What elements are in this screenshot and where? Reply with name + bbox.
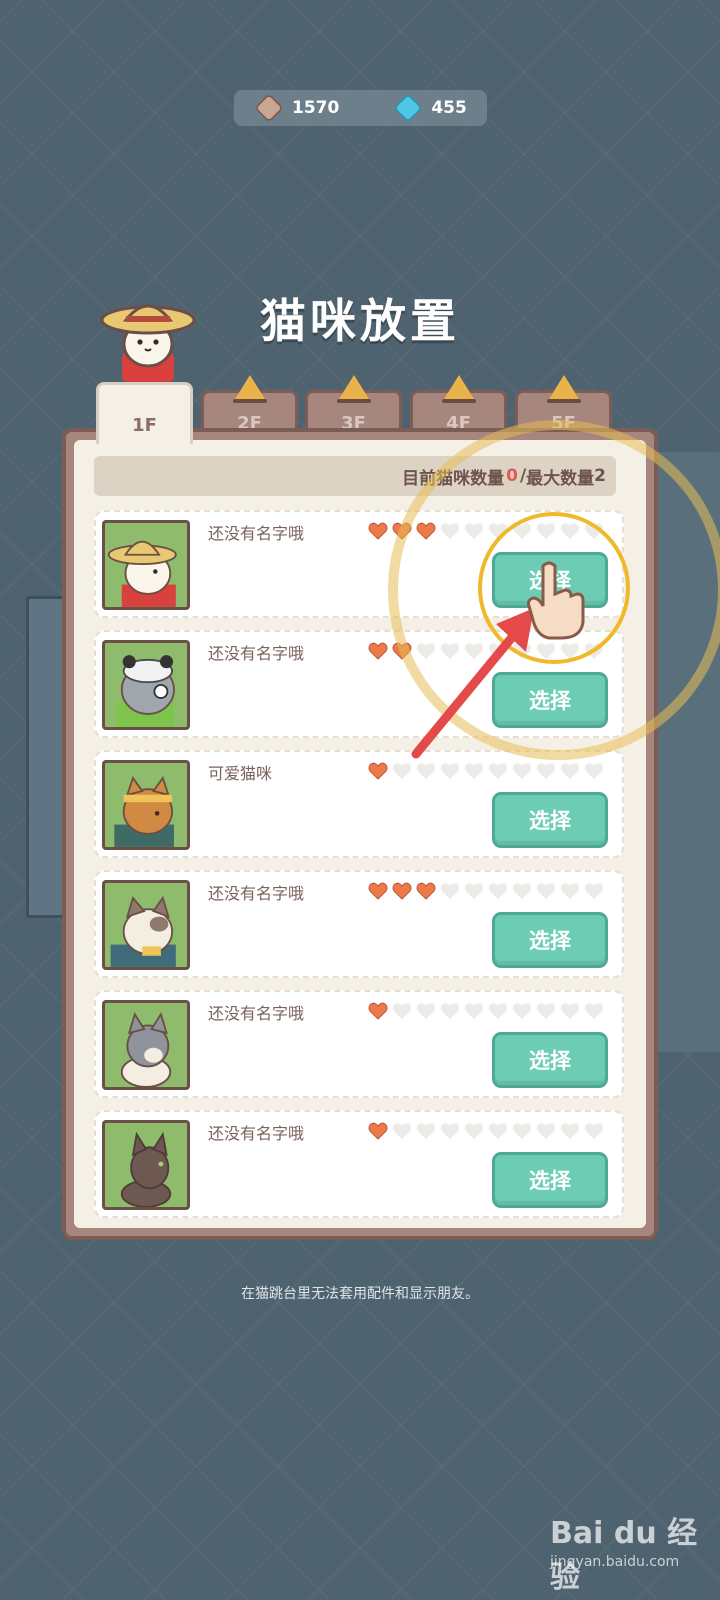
- heart-empty-icon: [585, 1003, 603, 1019]
- heart-empty-icon: [513, 883, 531, 899]
- cat-name: 可爱猫咪: [208, 764, 273, 783]
- heart-filled-icon: [368, 762, 388, 780]
- heart-filled-icon: [368, 882, 388, 900]
- heart-empty-icon: [465, 1003, 483, 1019]
- construction-cone-icon: [441, 375, 476, 403]
- heart-empty-icon: [441, 1123, 459, 1139]
- heart-empty-icon: [561, 1123, 579, 1139]
- gem-balance[interactable]: 455: [393, 90, 467, 126]
- heart-filled-icon: [368, 642, 388, 660]
- panda-hat-cat-avatar: [102, 640, 190, 730]
- heart-empty-icon: [489, 883, 507, 899]
- brown-cat-avatar: [102, 1120, 190, 1210]
- currency-bar: 1570 455: [234, 90, 487, 126]
- coin-plus-icon[interactable]: [254, 93, 284, 123]
- tab-1f[interactable]: 1F: [96, 382, 193, 444]
- select-button[interactable]: 选择: [492, 792, 608, 848]
- heart-empty-icon: [561, 883, 579, 899]
- orange-headband-cat-avatar: [102, 760, 190, 850]
- heart-empty-icon: [585, 1123, 603, 1139]
- heart-empty-icon: [561, 763, 579, 779]
- cat-name: 还没有名字哦: [208, 644, 305, 663]
- heart-empty-icon: [489, 1123, 507, 1139]
- cat-name: 还没有名字哦: [208, 524, 305, 543]
- select-button[interactable]: 选择: [492, 912, 608, 968]
- cat-name: 还没有名字哦: [208, 1004, 305, 1023]
- coin-balance[interactable]: 1570: [254, 90, 340, 126]
- affection-hearts: [368, 1002, 608, 1020]
- heart-empty-icon: [417, 1123, 435, 1139]
- cat-name: 还没有名字哦: [208, 884, 305, 903]
- straw-hat-cat-avatar: [102, 520, 190, 610]
- heart-empty-icon: [537, 1003, 555, 1019]
- coin-value: 1570: [292, 98, 340, 118]
- heart-filled-icon: [392, 882, 412, 900]
- heart-empty-icon: [393, 1003, 411, 1019]
- select-button[interactable]: 选择: [492, 1152, 608, 1208]
- cat-list-item: 还没有名字哦 选择: [94, 870, 624, 978]
- heart-empty-icon: [585, 763, 603, 779]
- select-button[interactable]: 选择: [492, 1032, 608, 1088]
- heart-empty-icon: [585, 883, 603, 899]
- heart-empty-icon: [537, 1123, 555, 1139]
- straw-hat-cat-mascot: [100, 304, 196, 382]
- cat-list-item: 还没有名字哦 选择: [94, 990, 624, 1098]
- heart-filled-icon: [368, 522, 388, 540]
- heart-empty-icon: [513, 1123, 531, 1139]
- heart-empty-icon: [393, 1123, 411, 1139]
- heart-filled-icon: [368, 1122, 388, 1140]
- heart-empty-icon: [561, 1003, 579, 1019]
- baidu-watermark: Bai du 经验 jingyan.baidu.com: [550, 1500, 710, 1595]
- tab-1f-label: 1F: [132, 415, 157, 436]
- affection-hearts: [368, 882, 608, 900]
- affection-hearts: [368, 1122, 608, 1140]
- heart-empty-icon: [441, 1003, 459, 1019]
- heart-empty-icon: [537, 883, 555, 899]
- watermark-url: jingyan.baidu.com: [550, 1554, 680, 1570]
- heart-empty-icon: [465, 1123, 483, 1139]
- cat-list-item: 还没有名字哦 选择: [94, 1110, 624, 1218]
- construction-cone-icon: [336, 375, 371, 403]
- heart-filled-icon: [416, 882, 436, 900]
- construction-cone-icon: [546, 375, 581, 403]
- gem-plus-icon[interactable]: [393, 93, 424, 123]
- heart-empty-icon: [489, 1003, 507, 1019]
- heart-empty-icon: [513, 1003, 531, 1019]
- footer-note: 在猫跳台里无法套用配件和显示朋友。: [241, 1286, 479, 1302]
- heart-filled-icon: [368, 1002, 388, 1020]
- heart-empty-icon: [441, 883, 459, 899]
- hand-pointer-icon: [527, 561, 585, 640]
- calico-scarf-cat-avatar: [102, 880, 190, 970]
- construction-cone-icon: [232, 375, 267, 403]
- cat-name: 还没有名字哦: [208, 1124, 305, 1143]
- gem-value: 455: [431, 98, 467, 118]
- gray-tabby-cat-avatar: [102, 1000, 190, 1090]
- heart-empty-icon: [465, 883, 483, 899]
- heart-empty-icon: [417, 1003, 435, 1019]
- watermark-brand: Bai du 经验: [550, 1516, 698, 1595]
